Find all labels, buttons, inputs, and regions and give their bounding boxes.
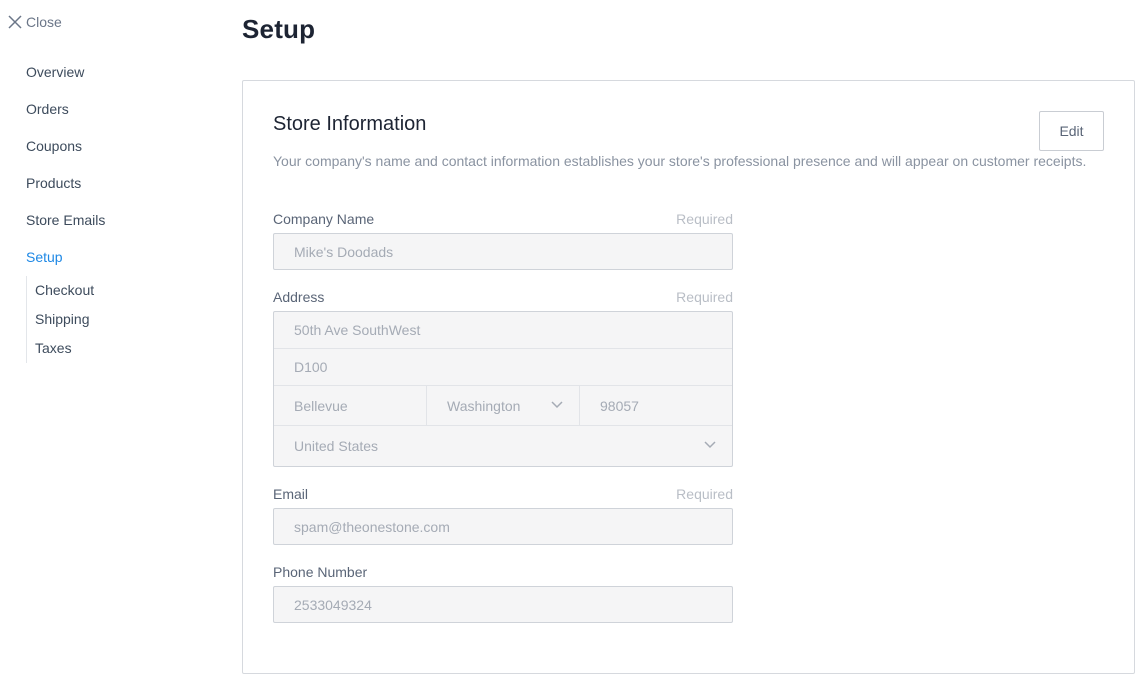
phone-label-row: Phone Number xyxy=(273,564,733,580)
sidebar-subitem-taxes[interactable]: Taxes xyxy=(35,334,94,363)
sidebar: Close Overview Orders Coupons Products S… xyxy=(0,0,230,683)
zip-value: 98057 xyxy=(600,397,639,414)
email-label: Email xyxy=(273,486,309,502)
company-name-value: Mike's Doodads xyxy=(294,243,394,260)
sidebar-nav: Overview Orders Coupons Products Store E… xyxy=(26,62,105,284)
close-label: Close xyxy=(26,14,62,30)
address-group: 50th Ave SouthWest D100 Bellevue Washing… xyxy=(273,311,733,467)
city-input[interactable]: Bellevue xyxy=(274,386,427,425)
sidebar-item-coupons[interactable]: Coupons xyxy=(26,136,105,173)
card-title: Store Information xyxy=(273,113,427,135)
company-name-label: Company Name xyxy=(273,211,375,227)
chevron-down-icon xyxy=(704,441,716,449)
address-label-row: Address Required xyxy=(273,289,733,305)
sidebar-item-store-emails[interactable]: Store Emails xyxy=(26,210,105,247)
email-required: Required xyxy=(676,486,733,502)
phone-field[interactable]: 2533049324 xyxy=(273,586,733,623)
state-select[interactable]: Washington xyxy=(427,386,580,425)
address-line2-input[interactable]: D100 xyxy=(274,349,732,386)
country-value: United States xyxy=(294,438,379,454)
email-value: spam@theonestone.com xyxy=(294,518,450,535)
close-icon xyxy=(8,15,22,29)
card-description: Your company's name and contact informat… xyxy=(273,153,1087,169)
edit-button[interactable]: Edit xyxy=(1039,111,1104,151)
sidebar-item-products[interactable]: Products xyxy=(26,173,105,210)
sidebar-item-orders[interactable]: Orders xyxy=(26,99,105,136)
company-name-input[interactable]: Mike's Doodads xyxy=(273,233,733,270)
store-information-card: Store Information Edit Your company's na… xyxy=(242,80,1135,674)
sidebar-subitem-shipping[interactable]: Shipping xyxy=(35,305,94,334)
sidebar-subnav: Checkout Shipping Taxes xyxy=(26,276,94,363)
sidebar-item-overview[interactable]: Overview xyxy=(26,62,105,99)
email-label-row: Email Required xyxy=(273,486,733,502)
address-line1-value: 50th Ave SouthWest xyxy=(294,322,421,338)
address-label: Address xyxy=(273,289,325,305)
address-required: Required xyxy=(676,289,733,305)
zip-input[interactable]: 98057 xyxy=(580,386,732,425)
close-button[interactable]: Close xyxy=(8,14,62,30)
company-name-required: Required xyxy=(676,211,733,227)
phone-label: Phone Number xyxy=(273,564,368,580)
page-title: Setup xyxy=(242,14,316,44)
sidebar-subitem-checkout[interactable]: Checkout xyxy=(35,276,94,305)
country-select[interactable]: United States xyxy=(274,426,732,466)
email-field[interactable]: spam@theonestone.com xyxy=(273,508,733,545)
address-line2-value: D100 xyxy=(294,359,328,375)
city-value: Bellevue xyxy=(294,397,348,414)
phone-value: 2533049324 xyxy=(294,596,372,613)
address-city-state-zip-row: Bellevue Washington 98057 xyxy=(274,386,732,426)
address-line1-input[interactable]: 50th Ave SouthWest xyxy=(274,312,732,349)
company-name-label-row: Company Name Required xyxy=(273,211,733,227)
chevron-down-icon xyxy=(551,400,563,408)
state-value: Washington xyxy=(447,397,521,414)
